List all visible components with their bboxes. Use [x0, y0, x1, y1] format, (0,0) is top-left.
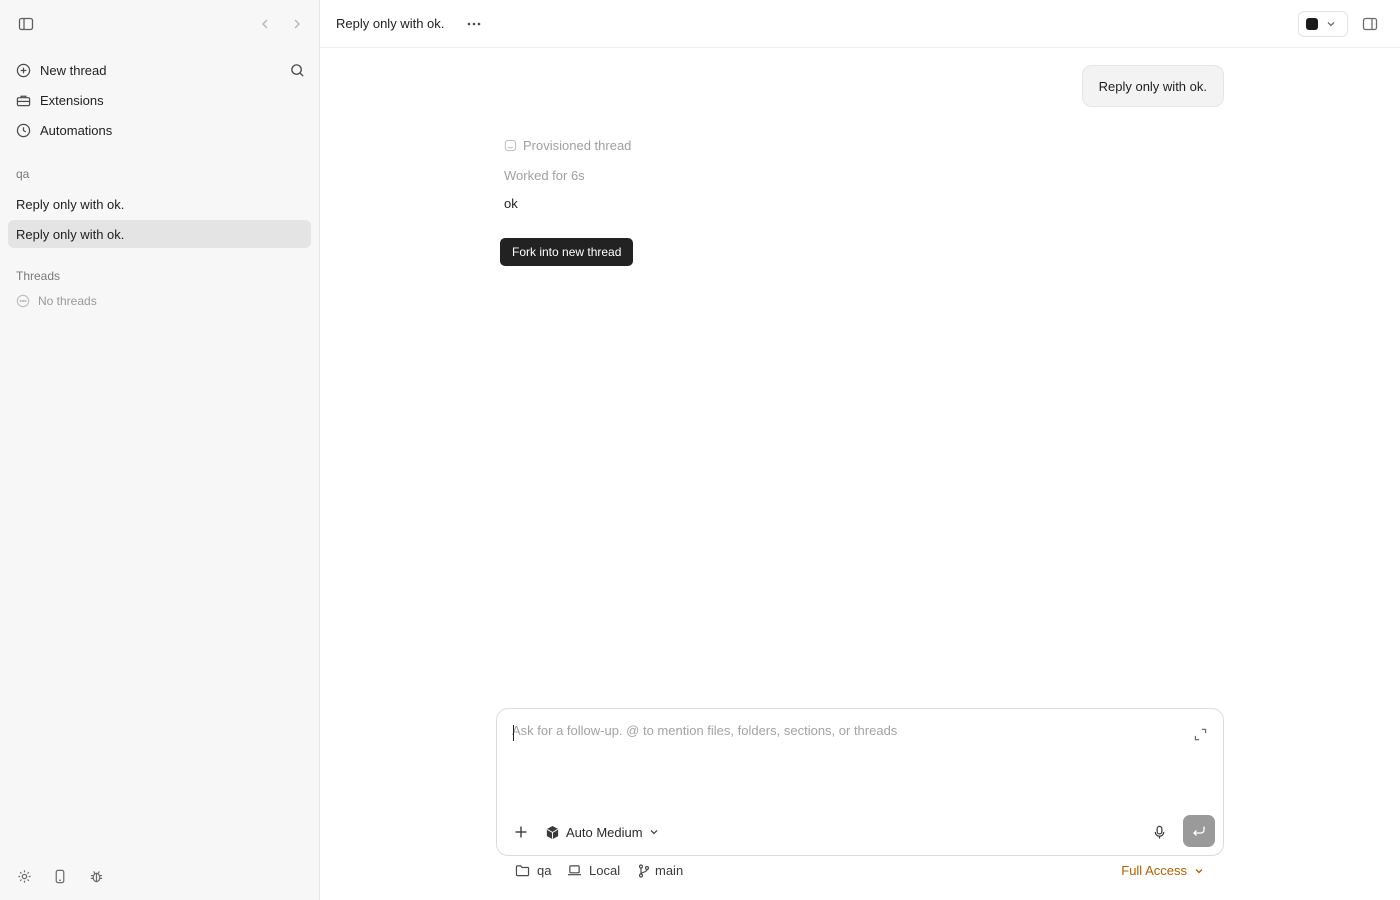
branch-label: main	[655, 863, 684, 878]
folder-selector[interactable]: qa	[515, 863, 551, 878]
access-selector[interactable]: Full Access	[1121, 863, 1204, 878]
chevron-down-icon	[1194, 866, 1204, 876]
no-threads-text: No threads	[38, 294, 97, 308]
threads-section-label: Threads	[16, 269, 61, 283]
header-divider	[320, 47, 1400, 48]
chevron-down-icon	[649, 827, 659, 837]
automations-button[interactable]: Automations	[8, 116, 311, 144]
git-branch-icon	[638, 863, 650, 878]
enter-arrow-icon	[1192, 825, 1206, 837]
user-message-text: Reply only with ok.	[1098, 78, 1207, 94]
chevron-down-icon	[1326, 19, 1336, 29]
thread-status[interactable]: Provisioned thread	[504, 138, 631, 153]
status-face-icon	[504, 139, 517, 152]
worked-duration[interactable]: Worked for 6s	[504, 168, 585, 183]
project-thread-title: Reply only with ok.	[16, 196, 125, 212]
project-thread-title: Reply only with ok.	[16, 226, 125, 242]
cube-icon	[545, 825, 560, 840]
mobile-icon[interactable]	[51, 867, 69, 885]
branch-selector[interactable]: main	[638, 863, 683, 878]
extensions-label: Extensions	[40, 92, 104, 108]
access-label: Full Access	[1121, 863, 1187, 878]
extensions-button[interactable]: Extensions	[8, 86, 311, 114]
status-text: Provisioned thread	[523, 138, 632, 153]
environment-selector[interactable]: Local	[567, 863, 620, 878]
forward-icon[interactable]	[288, 14, 306, 34]
page-title: Reply only with ok.	[336, 16, 445, 31]
worked-duration-text: Worked for 6s	[504, 168, 585, 183]
search-icon[interactable]	[288, 61, 306, 79]
toggle-sidebar-icon[interactable]	[16, 14, 36, 34]
project-label[interactable]: qa	[16, 167, 29, 181]
sidebar: New thread Extensions Automations qa Rep…	[0, 0, 320, 900]
microphone-icon[interactable]	[1149, 822, 1169, 842]
laptop-icon	[567, 864, 582, 877]
chat-bubble-icon	[16, 294, 30, 308]
new-thread-label: New thread	[40, 62, 107, 78]
clock-icon	[16, 123, 31, 138]
bug-icon[interactable]	[87, 867, 105, 885]
toggle-panel-icon[interactable]	[1360, 14, 1380, 34]
folder-label: qa	[537, 863, 552, 878]
environment-label: Local	[589, 863, 621, 878]
assistant-answer: ok	[504, 196, 518, 211]
app-switcher-button[interactable]	[1298, 11, 1348, 37]
plus-circle-icon	[16, 63, 31, 78]
user-message-bubble: Reply only with ok.	[1081, 65, 1224, 107]
settings-icon[interactable]	[15, 867, 33, 885]
more-options-icon[interactable]	[464, 14, 484, 34]
project-thread-item[interactable]: Reply only with ok.	[8, 190, 311, 218]
expand-icon[interactable]	[1191, 725, 1209, 743]
add-attachment-icon[interactable]	[511, 822, 531, 842]
main-panel: Reply only with ok. Reply only with ok. …	[320, 0, 1400, 900]
model-label: Auto Medium	[566, 824, 643, 840]
fork-tooltip: Fork into new thread	[500, 238, 634, 266]
automations-label: Automations	[40, 122, 113, 138]
new-thread-button[interactable]: New thread	[8, 56, 311, 84]
composer: Auto Medium	[496, 708, 1224, 856]
app-logo-icon	[1306, 18, 1318, 30]
project-thread-item-active[interactable]: Reply only with ok.	[8, 220, 311, 248]
text-caret	[513, 725, 514, 741]
model-selector[interactable]: Auto Medium	[545, 821, 659, 843]
follow-up-input[interactable]	[512, 723, 1172, 783]
back-icon[interactable]	[256, 14, 274, 34]
toolbox-icon	[16, 93, 31, 108]
no-threads-row: No threads	[16, 294, 97, 308]
folder-icon	[515, 864, 530, 877]
send-button[interactable]	[1183, 815, 1215, 847]
